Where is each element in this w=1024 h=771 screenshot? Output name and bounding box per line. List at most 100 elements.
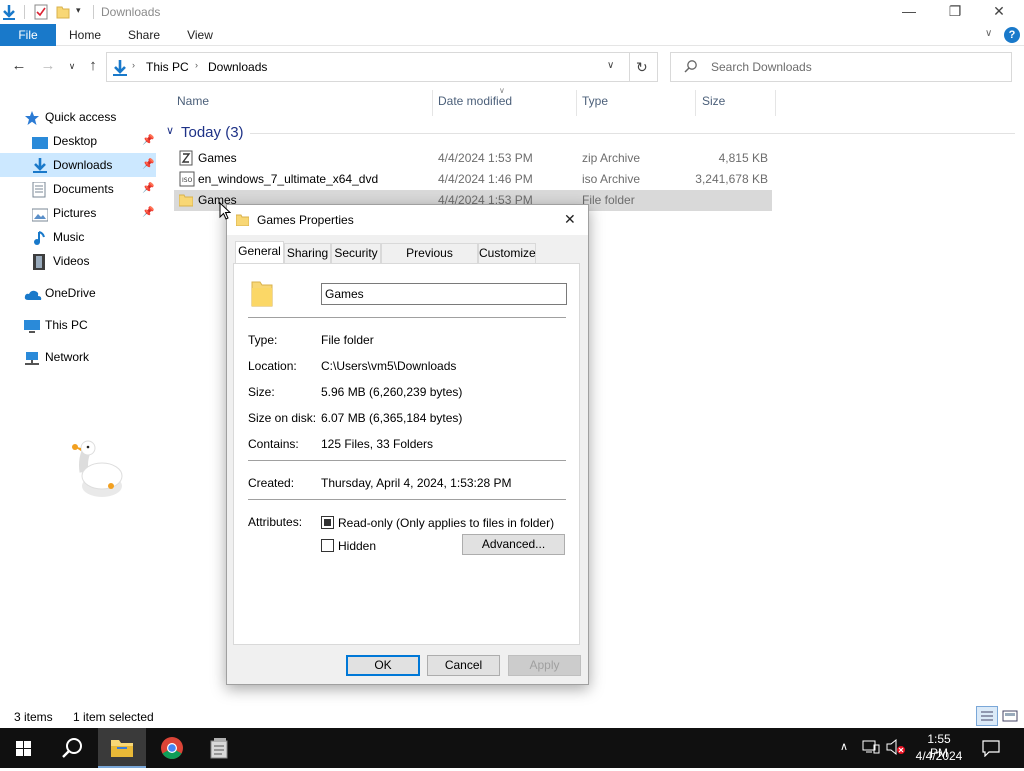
downloads-location-icon	[112, 59, 128, 77]
column-header-type[interactable]: Type	[582, 94, 608, 110]
separator	[248, 460, 566, 461]
group-header-today[interactable]: ∨ Today (3)	[165, 124, 1015, 142]
dialog-close-button[interactable]: ✕	[564, 211, 576, 228]
column-header-size[interactable]: Size	[702, 94, 725, 110]
hidden-label[interactable]: Hidden	[338, 539, 376, 553]
hidden-checkbox[interactable]	[321, 539, 334, 552]
file-row[interactable]: Games 4/4/2024 1:53 PM zip Archive 4,815…	[174, 148, 772, 169]
sidebar-item-network[interactable]: Network	[0, 345, 156, 369]
start-button[interactable]	[0, 728, 48, 768]
sidebar-item-pictures[interactable]: Pictures 📌	[0, 201, 156, 225]
sidebar-item-label: Music	[53, 230, 85, 244]
column-divider[interactable]	[695, 90, 696, 116]
forward-arrow-icon[interactable]: →	[40, 58, 56, 74]
search-placeholder: Search Downloads	[711, 60, 812, 74]
search-input[interactable]: Search Downloads	[670, 52, 1012, 82]
new-folder-qat-icon[interactable]	[56, 4, 70, 20]
network-tray-icon[interactable]	[862, 739, 880, 755]
address-bar[interactable]: › This PC › Downloads ∨	[106, 52, 630, 82]
sidebar-item-documents[interactable]: Documents 📌	[0, 177, 156, 201]
general-tab-panel: Type: File folder Location: C:\Users\vm5…	[233, 263, 580, 645]
sidebar-item-label: Videos	[53, 254, 90, 268]
tab-customize[interactable]: Customize	[478, 243, 536, 263]
search-icon	[684, 59, 698, 73]
sidebar-item-downloads[interactable]: Downloads 📌	[0, 153, 156, 177]
notification-icon[interactable]	[982, 739, 1000, 758]
ribbon-expand-chevron-icon[interactable]: ∨	[985, 28, 992, 39]
file-name: Games	[198, 151, 237, 165]
folder-name-field[interactable]	[321, 283, 567, 305]
properties-dialog: Games Properties ✕ General Sharing Secur…	[226, 204, 589, 685]
close-button[interactable]: ✕	[976, 0, 1022, 24]
readonly-checkbox[interactable]	[321, 516, 334, 529]
dialog-title-bar[interactable]: Games Properties ✕	[227, 205, 588, 235]
tab-previous-versions[interactable]: Previous Versions	[381, 243, 478, 279]
column-divider[interactable]	[775, 90, 776, 116]
chrome-taskbar-icon[interactable]	[148, 728, 196, 768]
sidebar-item-label: Desktop	[53, 134, 98, 148]
tab-view[interactable]: View	[180, 24, 220, 46]
title-bar: ▾ Downloads — ❐ ✕	[0, 0, 1024, 24]
column-header-date-modified[interactable]: Date modified	[438, 94, 512, 110]
contains-value: 125 Files, 33 Folders	[321, 437, 434, 451]
breadcrumb-separator-icon: ›	[195, 60, 198, 70]
properties-qat-icon[interactable]	[34, 4, 48, 20]
divider	[24, 5, 25, 19]
pin-icon: 📌	[142, 159, 155, 170]
zip-icon	[179, 150, 193, 166]
sidebar-item-desktop[interactable]: Desktop 📌	[0, 129, 156, 153]
app-taskbar-icon[interactable]	[196, 728, 244, 768]
breadcrumb-downloads[interactable]: Downloads	[208, 60, 267, 74]
location-value: C:\Users\vm5\Downloads	[321, 359, 457, 373]
sidebar-item-onedrive[interactable]: OneDrive	[0, 281, 156, 305]
refresh-button[interactable]: ↻	[629, 52, 658, 82]
computer-icon	[24, 318, 40, 333]
file-explorer-taskbar-icon[interactable]	[98, 728, 146, 768]
item-count: 3 items	[14, 710, 53, 724]
back-arrow-icon[interactable]: ←	[11, 58, 27, 74]
breadcrumb-this-pc[interactable]: This PC	[146, 60, 189, 74]
mouse-cursor-icon	[219, 201, 232, 220]
tab-general[interactable]: General	[235, 241, 284, 264]
column-divider[interactable]	[576, 90, 577, 116]
tab-share[interactable]: Share	[122, 24, 166, 46]
show-hidden-icons-chevron-icon[interactable]: ∧	[840, 740, 848, 753]
minimize-button[interactable]: —	[886, 0, 932, 24]
tab-security[interactable]: Security	[331, 243, 381, 263]
readonly-label[interactable]: Read-only (Only applies to files in fold…	[338, 516, 554, 530]
group-collapse-chevron-icon[interactable]: ∨	[166, 124, 174, 137]
tab-file[interactable]: File	[0, 24, 56, 46]
separator	[248, 317, 566, 318]
sidebar-item-this-pc[interactable]: This PC	[0, 313, 156, 337]
tab-sharing[interactable]: Sharing	[284, 243, 331, 263]
cancel-button[interactable]: Cancel	[427, 655, 500, 676]
sidebar-item-music[interactable]: Music	[0, 225, 156, 249]
advanced-button[interactable]: Advanced...	[462, 534, 565, 555]
column-divider[interactable]	[432, 90, 433, 116]
sidebar-item-videos[interactable]: Videos	[0, 249, 156, 273]
sidebar-item-label: This PC	[45, 318, 88, 332]
breadcrumb-separator-icon: ›	[132, 60, 135, 70]
up-arrow-icon[interactable]: ↑	[85, 58, 101, 74]
help-icon[interactable]: ?	[1004, 27, 1020, 43]
search-taskbar-icon[interactable]	[48, 728, 96, 768]
apply-button[interactable]: Apply	[508, 655, 581, 676]
maximize-button[interactable]: ❐	[932, 0, 978, 24]
file-row[interactable]: ISO en_windows_7_ultimate_x64_dvd 4/4/20…	[174, 169, 772, 190]
large-icons-view-icon[interactable]	[1001, 708, 1019, 724]
size-on-disk-label: Size on disk:	[248, 411, 317, 425]
column-header-name[interactable]: Name	[177, 94, 209, 110]
tab-home[interactable]: Home	[62, 24, 108, 46]
quick-access-download-icon[interactable]	[2, 4, 16, 20]
volume-muted-icon[interactable]	[886, 738, 906, 756]
file-size: 4,815 KB	[718, 151, 768, 165]
sidebar-item-label: Downloads	[53, 158, 113, 172]
sidebar-item-quick-access[interactable]: Quick access	[0, 105, 156, 129]
recent-locations-chevron-icon[interactable]: ∨	[64, 58, 80, 74]
customize-qat-chevron-icon[interactable]: ▾	[76, 5, 81, 16]
details-view-icon[interactable]	[976, 706, 998, 726]
created-label: Created:	[248, 476, 295, 490]
ok-button[interactable]: OK	[346, 655, 420, 676]
address-history-chevron-icon[interactable]: ∨	[607, 60, 614, 71]
clock-date[interactable]: 4/4/2024	[912, 749, 966, 763]
